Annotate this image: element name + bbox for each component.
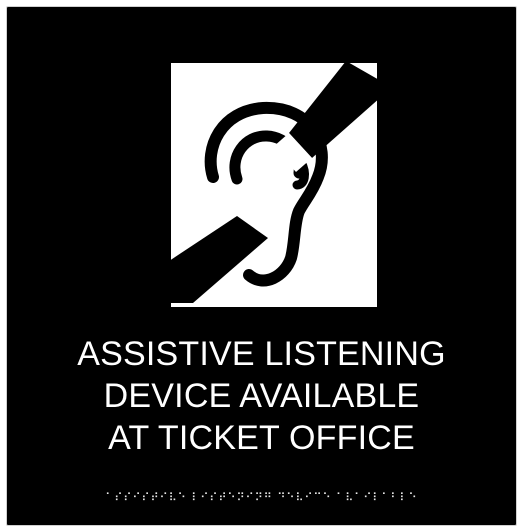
sign-message: ASSISTIVE LISTENING DEVICE AVAILABLE AT … — [7, 333, 516, 459]
braille-text: ⠁⠎⠎⠊⠎⠞⠊⠧⠑ ⠇⠊⠎⠞⠑⠝⠊⠝⠛ ⠙⠑⠧⠊⠉⠑ ⠁⠧⠁⠊⠇⠁⠃⠇⠑ — [105, 491, 418, 504]
slash-bar-upper — [289, 63, 377, 158]
message-line-1: ASSISTIVE LISTENING — [77, 335, 446, 373]
sign-panel: ASSISTIVE LISTENING DEVICE AVAILABLE AT … — [6, 6, 517, 526]
hearing-loss-assistance-icon — [171, 63, 377, 303]
slash-bar-lower — [171, 216, 268, 303]
symbol-panel — [171, 63, 377, 307]
message-line-3: AT TICKET OFFICE — [108, 419, 415, 457]
message-line-2: DEVICE AVAILABLE — [103, 377, 420, 415]
